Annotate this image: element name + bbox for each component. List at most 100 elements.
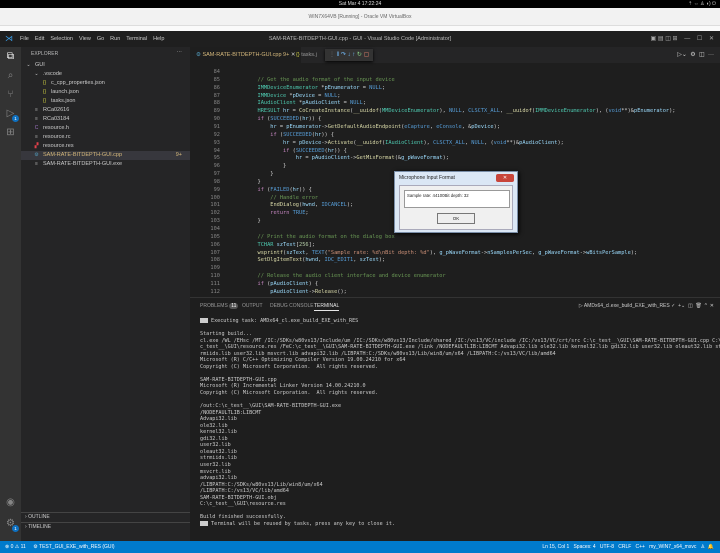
task-status[interactable]: ⚙ TEST_GUI_EXE_with_RES (GUI) [33, 544, 114, 550]
step-out-icon[interactable]: ↑ [352, 52, 355, 58]
tab-tasks-json[interactable]: {} tasks.j [290, 47, 323, 63]
minimize-button[interactable]: — [684, 36, 690, 42]
close-panel-icon[interactable]: ✕ [710, 303, 714, 309]
menu-file[interactable]: File [20, 31, 29, 47]
tree-item[interactable]: ▞ resource.res [21, 142, 190, 151]
encoding[interactable]: UTF-8 [600, 544, 614, 550]
code-line[interactable]: 96 } [190, 163, 720, 171]
code-line[interactable]: 95 hr = pAudioClient->GetMixFormat(&g_pW… [190, 155, 720, 163]
tree-item[interactable]: {} launch.json [21, 88, 190, 97]
menu-edit[interactable]: Edit [35, 31, 44, 47]
system-tray[interactable]: ⇡ ⇔ ♙ ◖) ⏻ [688, 0, 716, 8]
code-line[interactable]: 85 // Get the audio format of the input … [190, 77, 720, 85]
step-over-icon[interactable]: ↷ [341, 52, 346, 58]
code-line[interactable]: 92 if (SUCCEEDED(hr)) { [190, 132, 720, 140]
code-line[interactable]: 93 hr = pDevice->Activate(__uuidof(IAudi… [190, 140, 720, 148]
close-button[interactable]: ✕ [709, 36, 714, 42]
split-terminal-icon[interactable]: ◫ [688, 303, 693, 309]
tree-item[interactable]: ≡ SAM-RATE-BITDEPTH-GUI.exe [21, 160, 190, 169]
tree-item[interactable]: ⌄ GUI [21, 61, 190, 70]
tree-item[interactable]: Cresource.h [21, 124, 190, 133]
timeline-section[interactable]: › TIMELINE [21, 522, 190, 531]
account-icon[interactable]: ◉ [4, 496, 17, 509]
tree-item[interactable]: {} c_cpp_properties.json [21, 79, 190, 88]
explorer-icon[interactable]: ⧉ [4, 50, 17, 63]
terminal-selector[interactable]: AMDx64_cl.exe_build_EXE_with_RES [584, 303, 670, 309]
tree-item[interactable]: ⚙ SAM-RATE-BITDEPTH-GUI.cpp 9+ [21, 151, 190, 160]
tab-problems[interactable]: PROBLEMS 11 [200, 298, 239, 314]
split-editor-icon[interactable]: ◫ [699, 52, 705, 58]
indentation[interactable]: Spaces: 4 [573, 544, 595, 550]
format-text-field[interactable]: Sample rate: 44100Bit depth: 32 [404, 190, 510, 208]
account-status-icon[interactable]: ♙ [701, 544, 705, 550]
more-actions-icon[interactable]: ··· [177, 49, 183, 55]
tree-item[interactable]: ≡ RCa02616 [21, 106, 190, 115]
tab-sam-rate-cpp[interactable]: ⚙ SAM-RATE-BITDEPTH-GUI.cpp 9+ ✕ [190, 47, 302, 63]
tab-output[interactable]: OUTPUT [242, 298, 263, 314]
tab-debug-console[interactable]: DEBUG CONSOLE [270, 298, 314, 314]
menu-terminal[interactable]: Terminal [126, 31, 147, 47]
code-line[interactable]: 94 if (SUCCEEDED(hr)) { [190, 148, 720, 156]
stop-icon[interactable]: ▢ [364, 52, 370, 58]
tree-item[interactable]: {} tasks.json [21, 97, 190, 106]
code-line[interactable]: 109 [190, 265, 720, 273]
code-line[interactable]: 88 IAudioClient *pAudioClient = NULL; [190, 100, 720, 108]
clock[interactable]: Sat Mar 4 17:22:24 [339, 1, 382, 7]
menu-selection[interactable]: Selection [50, 31, 73, 47]
ok-button[interactable]: OK [437, 213, 475, 224]
code-line[interactable]: 112 pAudioClient->Release(); [190, 289, 720, 297]
menu-view[interactable]: View [79, 31, 91, 47]
drag-handle-icon[interactable]: ⋮ [329, 52, 335, 58]
code-text: TCHAR szText[256]; [257, 241, 315, 248]
settings-gear-icon[interactable]: ⚙ 1 [4, 517, 19, 532]
language-mode[interactable]: C++ [635, 544, 644, 550]
code-line[interactable]: 89 HRESULT hr = CoCreateInstance(__uuido… [190, 108, 720, 116]
line-number: 108 [210, 257, 220, 264]
menu-help[interactable]: Help [153, 31, 164, 47]
notifications-icon[interactable]: 🔔 [708, 544, 714, 550]
code-line[interactable]: 84 [190, 69, 720, 77]
dialog-close-button[interactable]: ✕ [496, 174, 514, 182]
maximize-panel-icon[interactable]: ^ [705, 303, 707, 309]
code-line[interactable]: 108 SetDlgItemText(hwnd, IDC_EDIT1, szTe… [190, 257, 720, 265]
terminal-output[interactable]: Executing task: AMDx64_cl.exe_build_EXE_… [200, 318, 720, 528]
code-line[interactable]: 111 if (pAudioClient) { [190, 281, 720, 289]
layout-icon[interactable]: ▣ ▤ ◫ ⊞ [651, 36, 678, 42]
pause-icon[interactable]: ‖ [337, 52, 339, 58]
cursor-position[interactable]: Ln 15, Col 1 [542, 544, 569, 550]
new-terminal-icon[interactable]: +⌄ [678, 303, 685, 309]
problems-status[interactable]: ⊗ 0 ⚠ 11 [5, 544, 26, 550]
run-debug-icon[interactable]: ▷ 1 [4, 107, 19, 122]
code-line[interactable]: 86 IMMDeviceEnumerator *pEnumerator = NU… [190, 85, 720, 93]
code-line[interactable]: 90 if (SUCCEEDED(hr)) { [190, 116, 720, 124]
run-icon[interactable]: ▷⌄ [677, 52, 687, 58]
step-into-icon[interactable]: ↓ [348, 52, 351, 58]
code-text: EndDialog(hwnd, IDCANCEL); [270, 202, 354, 209]
cpp-configuration[interactable]: my_WIN7_x64_msvc [649, 544, 696, 550]
tree-item[interactable]: ≡ RCa03184 [21, 115, 190, 124]
code-line[interactable]: 91 hr = pEnumerator->GetDefaultAudioEndp… [190, 124, 720, 132]
tree-item[interactable]: ≡ resource.rc [21, 133, 190, 142]
tree-item[interactable]: ⌄ .vscode [21, 70, 190, 79]
maximize-button[interactable]: ☐ [697, 36, 702, 42]
menu-run[interactable]: Run [110, 31, 120, 47]
code-line[interactable]: 106 TCHAR szText[256]; [190, 242, 720, 250]
settings-icon[interactable]: ⚙ [690, 52, 695, 58]
search-icon[interactable]: ⌕ [4, 69, 17, 82]
code-line[interactable]: 110 // Release the audio client interfac… [190, 273, 720, 281]
tab-terminal[interactable]: TERMINAL [314, 298, 340, 311]
line-ending[interactable]: CRLF [618, 544, 631, 550]
more-icon[interactable]: ··· [708, 52, 714, 58]
code-line[interactable]: 87 IMMDevice *pDevice = NULL; [190, 93, 720, 101]
extensions-icon[interactable]: ⊞ [4, 126, 17, 139]
file-icon: {} [42, 98, 47, 104]
trash-icon[interactable]: 🗑 [696, 303, 702, 309]
code-line[interactable]: 107 wsprintf(szText, TEXT("Sample rate: … [190, 250, 720, 258]
restart-icon[interactable]: ↻ [357, 52, 362, 58]
timeline-label: TIMELINE [28, 524, 52, 530]
outline-section[interactable]: › OUTLINE [21, 512, 190, 521]
line-number: 94 [213, 147, 220, 154]
source-control-icon[interactable]: ⑂ [4, 88, 17, 101]
code-line[interactable]: 105 // Print the audio format on the dia… [190, 234, 720, 242]
menu-go[interactable]: Go [97, 31, 104, 47]
